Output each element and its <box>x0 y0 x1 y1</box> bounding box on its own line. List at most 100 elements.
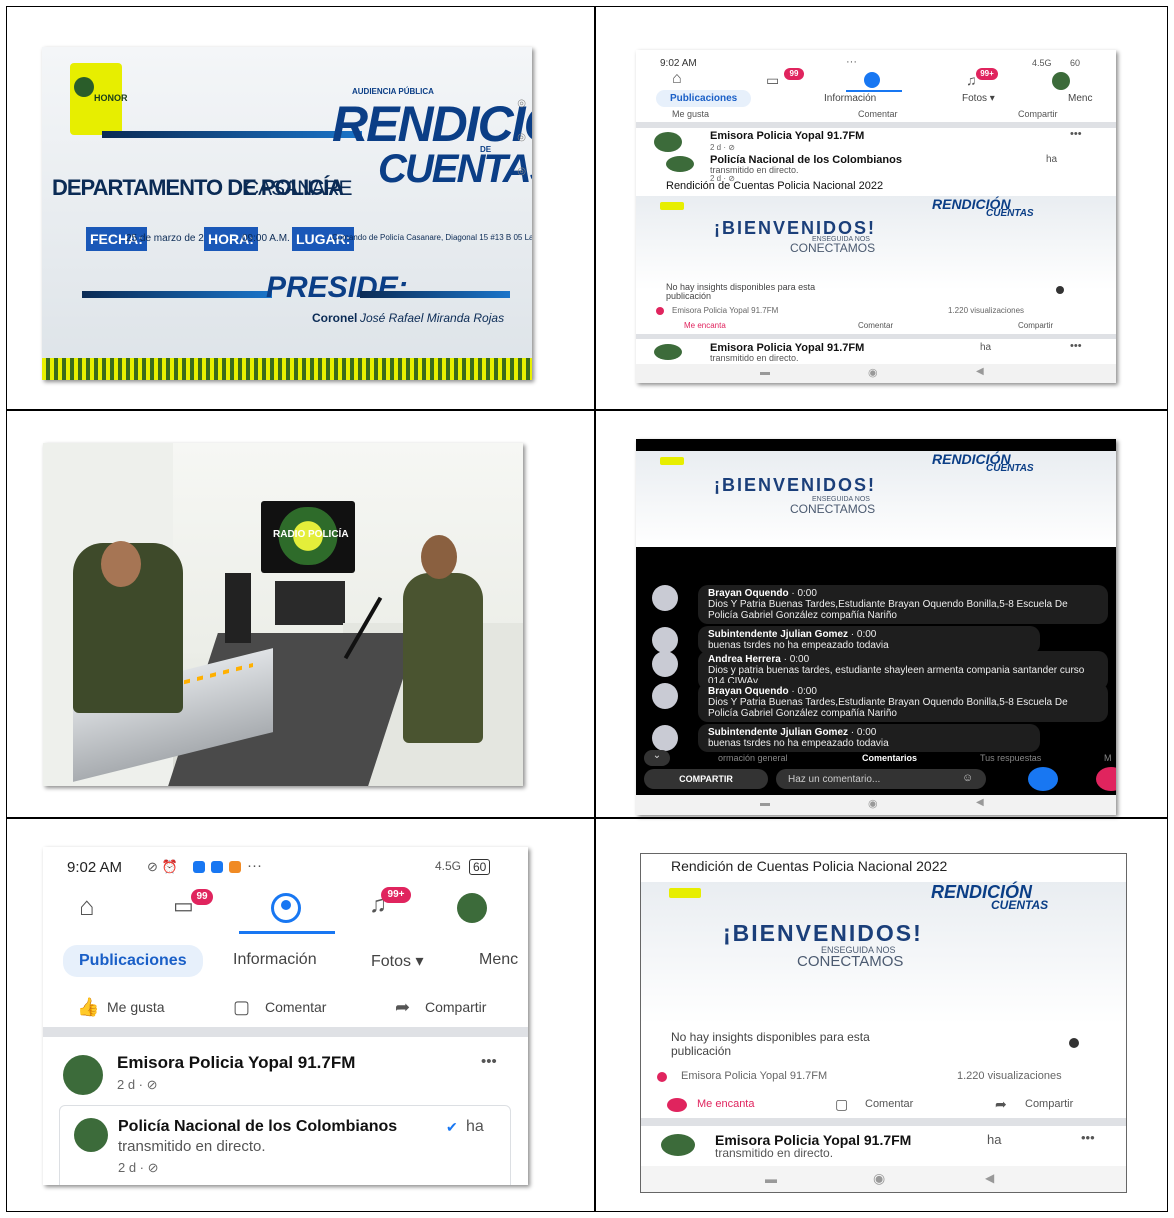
tab-fotos-lg[interactable]: Fotos ▾ <box>371 951 424 971</box>
tab-publicaciones[interactable]: Publicaciones <box>656 90 752 107</box>
signal-indicator-lg: 4.5G <box>435 859 462 873</box>
love-button[interactable]: Me encanta <box>684 321 726 330</box>
share-live-button[interactable]: COMPARTIR <box>644 769 768 789</box>
comment-button[interactable]: Comentar <box>858 109 898 119</box>
post-reaction-name: Emisora Policia Yopal 91.7FM <box>681 1070 828 1082</box>
live-thumbnail[interactable]: RENDICIÓN CUENTAS ¡BIENVENIDOS! ENSEGUID… <box>636 451 1116 547</box>
tab-publicaciones-lg[interactable]: Publicaciones <box>63 945 203 977</box>
tab-more[interactable]: M <box>1104 753 1112 763</box>
video-badge-lg: 99 <box>191 889 213 905</box>
love-reaction-button[interactable] <box>1096 767 1116 791</box>
comment-row: Subintendente Jjulian Gomez · 0:00 buenas… <box>698 724 1040 752</box>
comment-author[interactable]: Subintendente Jjulian Gomez <box>708 727 848 738</box>
post-menu-icon-lg[interactable]: ••• <box>481 1053 497 1070</box>
video-badge: 99 <box>784 68 804 80</box>
comment-button-lg[interactable]: Comentar <box>265 999 326 1015</box>
active-tab-indicator-lg <box>239 931 335 934</box>
insights-text-2: publicación <box>666 291 712 301</box>
back-icon[interactable]: ◀ <box>985 1171 994 1185</box>
recent-apps-icon[interactable]: ▬ <box>760 367 770 378</box>
home-button-icon[interactable]: ◉ <box>868 366 878 379</box>
video-icon[interactable]: ▭ <box>766 72 779 89</box>
tab-general[interactable]: ormación general <box>718 753 788 763</box>
post-share-icon[interactable]: ➦ <box>995 1096 1007 1113</box>
tab-menciones-lg[interactable]: Menc <box>479 951 518 969</box>
comment-author[interactable]: Brayan Oquendo <box>708 588 789 599</box>
comment-author[interactable]: Subintendente Jjulian Gomez <box>708 629 848 640</box>
home-button-icon[interactable]: ◉ <box>868 797 878 810</box>
tab-menciones[interactable]: Menc <box>1068 93 1092 104</box>
account-avatar[interactable] <box>1052 72 1070 90</box>
safe-box <box>275 581 345 625</box>
home-icon[interactable]: ⌂ <box>672 70 682 88</box>
post-comment-button[interactable]: Comentar <box>865 1098 913 1110</box>
profile-icon[interactable] <box>864 72 880 88</box>
home-button-icon[interactable]: ◉ <box>873 1170 885 1187</box>
tab-respuestas[interactable]: Tus respuestas <box>980 753 1041 763</box>
like-reaction-button[interactable] <box>1028 767 1058 791</box>
recent-apps-icon[interactable]: ▬ <box>760 798 770 809</box>
live-video-thumbnail[interactable]: RENDICIÓN CUENTAS ¡BIENVENIDOS! ENSEGUID… <box>636 196 1116 290</box>
comment-row: Brayan Oquendo · 0:00 Dios Y Patria Buena… <box>698 683 1108 722</box>
tab-comentarios[interactable]: Comentarios <box>862 753 917 763</box>
radio-studio-photo: RADIO POLICÍA <box>43 443 523 786</box>
love-button-icon[interactable] <box>667 1098 687 1112</box>
tab-informacion[interactable]: Información <box>824 93 876 104</box>
next-menu-icon[interactable]: ••• <box>1070 340 1082 352</box>
tab-fotos[interactable]: Fotos ▾ <box>962 93 995 104</box>
coronel-name: José Rafael Miranda Rojas <box>360 311 505 325</box>
recent-apps-icon[interactable]: ▬ <box>765 1172 777 1186</box>
shared-post-card[interactable]: Policía Nacional de los Colombianos ✔ ha… <box>59 1105 511 1185</box>
reaction-name: Emisora Policia Yopal 91.7FM <box>672 306 779 315</box>
post-share-button[interactable]: Compartir <box>1025 1098 1073 1110</box>
next-menu-icon-lg[interactable]: ••• <box>1081 1130 1095 1145</box>
collapse-button[interactable]: ⌄ <box>644 750 670 766</box>
comment-time: · 0:00 <box>791 588 817 599</box>
back-icon[interactable]: ◀ <box>976 366 984 377</box>
next-transmitido-lg: transmitido en directo. <box>715 1146 834 1160</box>
account-avatar-lg[interactable] <box>457 893 487 923</box>
comment-button-2[interactable]: Comentar <box>858 321 893 330</box>
post-insights: No hay insights disponibles para esta <box>671 1030 870 1044</box>
tab-informacion-lg[interactable]: Información <box>233 951 317 969</box>
post-love-button[interactable]: Me encanta <box>697 1098 754 1110</box>
share-button-2[interactable]: Compartir <box>1018 321 1053 330</box>
comment-author[interactable]: Andrea Herrera <box>708 654 781 665</box>
back-icon[interactable]: ◀ <box>976 797 984 808</box>
like-button-lg[interactable]: Me gusta <box>107 999 165 1015</box>
battery-indicator-lg: 60 <box>469 859 491 875</box>
profile-icon-lg[interactable] <box>271 893 301 923</box>
live-bienvenidos: ¡BIENVENIDOS! <box>714 475 877 495</box>
comment-icon[interactable]: ▢ <box>233 997 250 1018</box>
comment-row: Subintendente Jjulian Gomez · 0:00 buenas… <box>698 626 1040 654</box>
share-button-lg[interactable]: Compartir <box>425 999 486 1015</box>
like-icon[interactable]: 👍 <box>77 997 99 1018</box>
status-more: ··· <box>846 56 857 68</box>
verified-icon: ✔ <box>446 1119 458 1135</box>
page-name-lg[interactable]: Emisora Policia Yopal 91.7FM <box>117 1053 355 1073</box>
share-button[interactable]: Compartir <box>1018 109 1058 119</box>
comment-time: · 0:00 <box>791 686 817 697</box>
info-icon-lg[interactable] <box>1069 1038 1079 1048</box>
comment-input[interactable]: Haz un comentario... ☺ <box>776 769 986 789</box>
event-banner: HONOR AUDIENCIA PÚBLICA RENDICIÓN CUENTA… <box>42 47 532 380</box>
comment-time: · 0:00 <box>783 654 810 665</box>
preside-title: PRESIDE: <box>266 271 408 304</box>
comment-author[interactable]: Brayan Oquendo <box>708 686 789 697</box>
next-avatar-lg <box>661 1134 695 1156</box>
share-icon[interactable]: ➦ <box>395 997 410 1018</box>
post-menu-icon[interactable]: ••• <box>1070 128 1082 140</box>
emoji-icon[interactable]: ☺ <box>962 772 973 784</box>
divider-2 <box>636 334 1116 339</box>
like-button[interactable]: Me gusta <box>672 109 709 119</box>
post-comment-icon[interactable]: ▢ <box>835 1096 848 1113</box>
shared-page-name-lg[interactable]: Policía Nacional de los Colombianos <box>118 1118 397 1136</box>
post-video-thumbnail[interactable]: RENDICIÓN CUENTAS ¡BIENVENIDOS! ENSEGUID… <box>641 882 1126 1024</box>
shared-meta-lg: 2 d · ⊘ <box>118 1160 159 1175</box>
info-icon[interactable] <box>1056 286 1064 294</box>
home-icon-lg[interactable]: ⌂ <box>79 891 95 922</box>
facebook-post-screenshot: Rendición de Cuentas Policia Nacional 20… <box>640 853 1127 1193</box>
bell-icon[interactable]: ♫ <box>966 72 977 88</box>
page-name[interactable]: Emisora Policia Yopal 91.7FM <box>710 130 864 142</box>
live-comments-screenshot: RENDICIÓN CUENTAS ¡BIENVENIDOS! ENSEGUID… <box>636 439 1116 815</box>
